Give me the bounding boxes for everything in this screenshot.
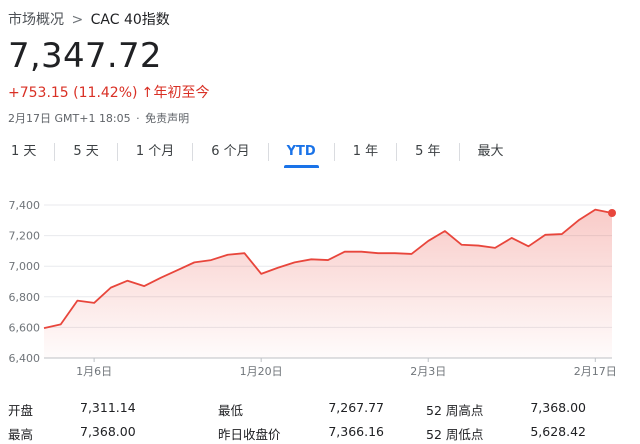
price-point xyxy=(176,269,178,271)
price-point xyxy=(210,259,212,261)
tab-5-days[interactable]: 5 天 xyxy=(73,140,98,164)
key-stats: 开盘 7,311.14 最低 7,267.77 52 周高点 7,368.00 … xyxy=(0,396,640,444)
tab-divider xyxy=(267,143,269,161)
previous-close-label: 昨日收盘价 xyxy=(218,427,281,442)
52-week-low-label: 52 周低点 xyxy=(426,427,484,442)
price-point xyxy=(544,234,546,236)
price-point xyxy=(76,299,78,301)
tab-1-day[interactable]: 1 天 xyxy=(11,140,36,164)
52-week-high-label: 52 周高点 xyxy=(426,403,484,418)
tab-divider xyxy=(116,143,118,161)
52-week-high-value: 7,368.00 xyxy=(530,400,586,415)
breadcrumb: 市场概况 > CAC 40指数 xyxy=(8,9,170,29)
range-tabs: 1 天 5 天 1 个月 6 个月 YTD 1 年 5 年 最大 xyxy=(0,140,504,168)
price-point xyxy=(561,233,563,235)
y-tick-label: 6,800 xyxy=(9,291,41,304)
tab-max[interactable]: 最大 xyxy=(478,140,504,164)
price-point xyxy=(527,245,529,247)
price-point xyxy=(227,254,229,256)
tab-1-year[interactable]: 1 年 xyxy=(353,140,378,164)
price-point xyxy=(260,273,262,275)
price-point xyxy=(293,261,295,263)
tab-6-months[interactable]: 6 个月 xyxy=(211,140,249,164)
price-point xyxy=(460,244,462,246)
price-area-fill xyxy=(44,209,612,358)
tab-divider xyxy=(396,143,398,161)
y-tick-label: 7,200 xyxy=(9,230,41,243)
low-value: 7,267.77 xyxy=(328,400,384,415)
price-point xyxy=(477,244,479,246)
disclaimer-link[interactable]: 免责声明 xyxy=(145,112,189,125)
low-label: 最低 xyxy=(218,403,244,418)
price-point xyxy=(377,252,379,254)
change-period-label: 年初至今 xyxy=(153,85,210,101)
price-point xyxy=(327,259,329,261)
y-tick-label: 7,000 xyxy=(9,260,41,273)
x-tick-label: 1月20日 xyxy=(240,365,283,378)
high-label: 最高 xyxy=(8,427,34,442)
price-point xyxy=(110,286,112,288)
price-point xyxy=(511,237,513,239)
x-tick-label: 1月6日 xyxy=(76,365,112,378)
price-point xyxy=(277,267,279,269)
high-value: 7,368.00 xyxy=(80,424,136,439)
tab-divider xyxy=(333,143,335,161)
breadcrumb-separator: > xyxy=(71,12,84,28)
price-point xyxy=(444,230,446,232)
tab-ytd[interactable]: YTD xyxy=(283,140,319,168)
open-label: 开盘 xyxy=(8,403,34,418)
price-point xyxy=(594,208,596,210)
y-tick-label: 6,400 xyxy=(9,352,41,365)
open-value: 7,311.14 xyxy=(80,400,136,415)
tab-divider xyxy=(54,143,56,161)
price-point xyxy=(310,258,312,260)
tab-1-month[interactable]: 1 个月 xyxy=(136,140,174,164)
price-point xyxy=(126,280,128,282)
y-tick-label: 6,600 xyxy=(9,321,41,334)
price-point xyxy=(243,252,245,254)
y-tick-label: 7,400 xyxy=(9,199,41,212)
price-point xyxy=(193,261,195,263)
tab-divider xyxy=(458,143,460,161)
meta-separator-dot: · xyxy=(136,112,140,125)
price-point xyxy=(494,247,496,249)
x-tick-label: 2月17日 xyxy=(574,365,617,378)
price-point xyxy=(60,323,62,325)
price-point xyxy=(360,250,362,252)
up-arrow-icon: ↑ xyxy=(141,85,154,101)
price-point xyxy=(394,252,396,254)
price-change: +753.15 (11.42%) ↑年初至今 xyxy=(8,82,209,102)
stats-row: 开盘 7,311.14 最低 7,267.77 52 周高点 7,368.00 xyxy=(0,396,640,420)
change-value: +753.15 (11.42%) xyxy=(8,85,138,101)
breadcrumb-current-index: CAC 40指数 xyxy=(90,12,170,28)
breadcrumb-market-overview-link[interactable]: 市场概况 xyxy=(8,12,64,28)
current-price: 7,347.72 xyxy=(8,36,162,76)
last-price-point xyxy=(608,209,616,217)
price-point xyxy=(43,327,45,329)
tab-5-years[interactable]: 5 年 xyxy=(415,140,440,164)
x-tick-label: 2月3日 xyxy=(410,365,446,378)
price-point xyxy=(143,285,145,287)
previous-close-value: 7,366.16 xyxy=(328,424,384,439)
price-point xyxy=(577,219,579,221)
price-point xyxy=(160,276,162,278)
stats-row: 最高 7,368.00 昨日收盘价 7,366.16 52 周低点 5,628.… xyxy=(0,420,640,444)
quote-meta: 2月17日 GMT+1 18:05 · 免责声明 xyxy=(8,110,189,126)
price-point xyxy=(427,240,429,242)
price-point xyxy=(344,250,346,252)
price-chart[interactable]: 6,400 6,600 6,800 7,000 7,200 7,400 1月6日 1月20日 2… xyxy=(0,190,640,386)
quote-timestamp: 2月17日 GMT+1 18:05 xyxy=(8,112,131,125)
tab-divider xyxy=(192,143,194,161)
price-point xyxy=(93,302,95,304)
52-week-low-value: 5,628.42 xyxy=(530,424,586,439)
price-point xyxy=(410,253,412,255)
